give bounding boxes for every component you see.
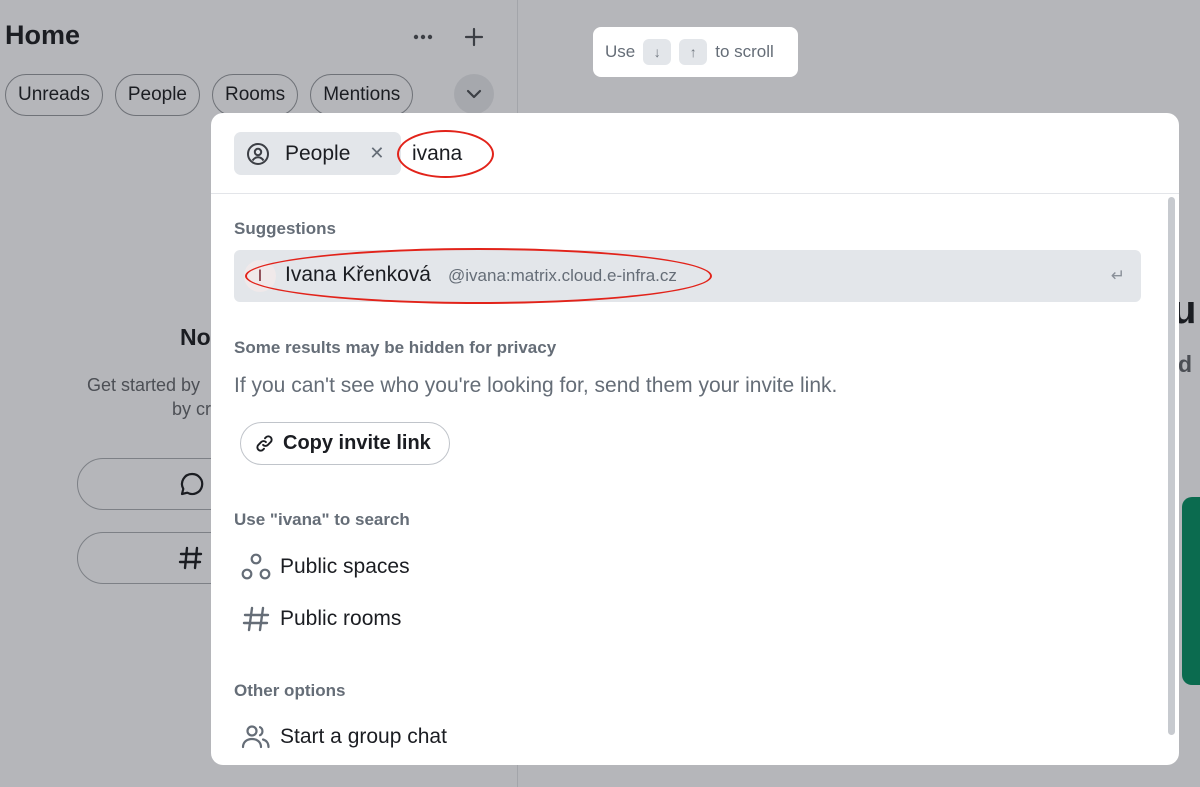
- empty-state-text: Get started by: [87, 375, 201, 395]
- enter-key-icon: ↵: [1110, 266, 1125, 285]
- add-icon[interactable]: [459, 22, 489, 52]
- filter-unreads[interactable]: Unreads: [5, 74, 103, 116]
- filter-mentions[interactable]: Mentions: [310, 74, 414, 116]
- hash-icon: [178, 546, 203, 570]
- more-options-icon[interactable]: [408, 22, 438, 52]
- search-input[interactable]: ivana: [412, 142, 462, 166]
- filter-pill-label: People: [285, 141, 351, 165]
- copy-invite-link-button[interactable]: Copy invite link: [240, 422, 450, 465]
- suggestions-heading: Suggestions: [234, 219, 337, 238]
- public-rooms-label: Public rooms: [280, 607, 402, 630]
- start-group-chat-label: Start a group chat: [280, 725, 447, 748]
- spaces-icon: [241, 552, 271, 582]
- group-icon: [241, 722, 271, 752]
- link-icon: [256, 435, 273, 452]
- public-spaces-option[interactable]: Public spaces: [241, 552, 410, 582]
- suggestion-result[interactable]: I Ivana Křenková @ivana:matrix.cloud.e-i…: [234, 250, 1141, 302]
- people-filter-pill: People ✕: [234, 132, 401, 175]
- promo-card-edge: [1182, 497, 1200, 685]
- filter-people[interactable]: People: [114, 74, 200, 116]
- chevron-down-icon: [466, 89, 482, 99]
- room-filters: Unreads People Rooms Mentions: [5, 74, 414, 116]
- privacy-text: If you can't see who you're looking for,…: [234, 374, 838, 397]
- scroll-hint-prefix: Use: [605, 42, 636, 61]
- public-rooms-option[interactable]: Public rooms: [241, 604, 401, 634]
- search-options-heading: Use "ivana" to search: [234, 510, 410, 529]
- copy-invite-link-label: Copy invite link: [283, 432, 431, 454]
- hash-icon: [241, 604, 271, 634]
- search-bar: People ✕ ivana: [211, 113, 1179, 194]
- page-title: Home: [5, 20, 81, 50]
- arrow-up-key: ↑: [679, 39, 708, 65]
- scroll-hint-tooltip: Use ↓ ↑ to scroll: [593, 27, 798, 77]
- expand-filters-button[interactable]: [454, 74, 494, 114]
- public-spaces-label: Public spaces: [280, 555, 410, 578]
- empty-state-text-2: by cr: [172, 399, 212, 419]
- arrow-down-key: ↓: [643, 39, 672, 65]
- welcome-subheading-fragment: d: [1178, 351, 1193, 377]
- scroll-hint-suffix: to scroll: [715, 42, 774, 61]
- filter-rooms[interactable]: Rooms: [212, 74, 299, 116]
- scrollbar[interactable]: [1168, 197, 1175, 735]
- chat-bubble-icon: [180, 472, 204, 496]
- spotlight-search-dialog: People ✕ ivana Suggestions I Ivana Křenk…: [211, 113, 1179, 765]
- other-options-heading: Other options: [234, 681, 346, 700]
- suggestion-name: Ivana Křenková: [285, 263, 431, 286]
- remove-filter-icon[interactable]: ✕: [369, 143, 384, 164]
- privacy-heading: Some results may be hidden for privacy: [234, 338, 557, 357]
- empty-state-title: No: [180, 324, 211, 350]
- avatar: I: [244, 260, 276, 292]
- user-circle-icon: [247, 142, 269, 165]
- suggestion-user-id: @ivana:matrix.cloud.e-infra.cz: [448, 266, 677, 285]
- results-panel: Suggestions I Ivana Křenková @ivana:matr…: [211, 195, 1179, 765]
- start-group-chat-option[interactable]: Start a group chat: [241, 722, 447, 752]
